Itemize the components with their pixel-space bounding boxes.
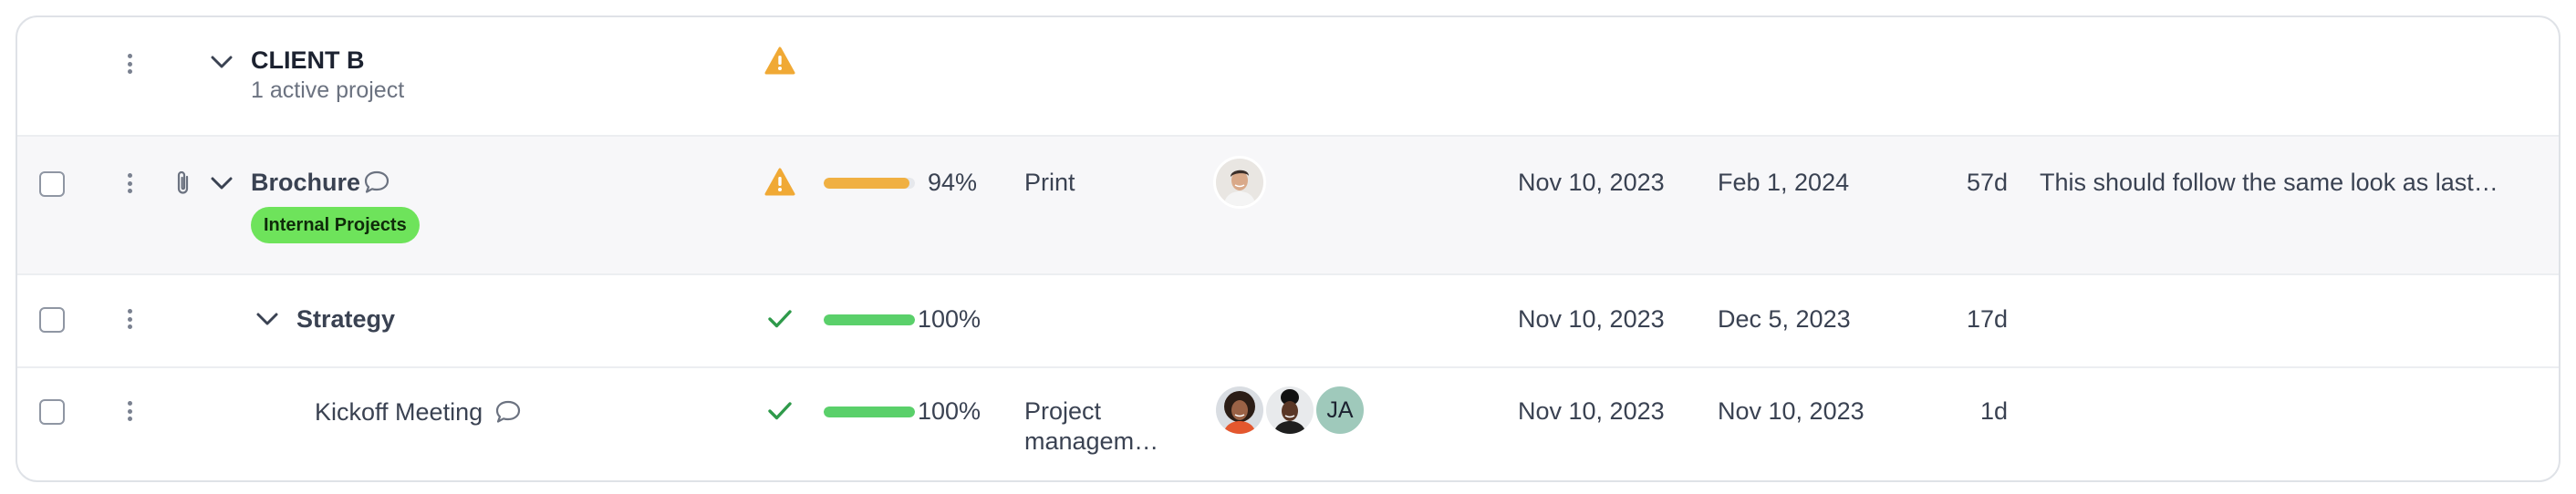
chevron-down-icon[interactable] xyxy=(210,54,234,70)
duration: 17d xyxy=(1966,305,2008,333)
assignee-avatar[interactable] xyxy=(1213,384,1266,437)
task-row-kickoff-meeting[interactable]: Kickoff Meeting 100% Project managem… JA… xyxy=(17,366,2559,480)
woman-avatar-1 xyxy=(1216,386,1263,434)
start-date: Nov 10, 2023 xyxy=(1518,305,1665,333)
category-line-2: managem… xyxy=(1024,427,1159,455)
man-avatar xyxy=(1216,159,1263,206)
project-table: CLIENT B 1 active project Brochure Inter… xyxy=(16,15,2560,482)
progress-bar xyxy=(824,178,915,189)
task-name[interactable]: Kickoff Meeting xyxy=(315,398,483,427)
warning-icon xyxy=(764,46,795,75)
warning-icon xyxy=(764,168,795,196)
progress-label: 94% xyxy=(928,169,978,196)
chevron-down-icon[interactable] xyxy=(210,175,234,191)
start-date: Nov 10, 2023 xyxy=(1518,169,1665,196)
assignee-avatar[interactable] xyxy=(1213,156,1266,209)
comment-icon[interactable] xyxy=(363,170,390,195)
end-date: Nov 10, 2023 xyxy=(1718,397,1864,425)
end-date: Feb 1, 2024 xyxy=(1718,169,1850,196)
row-checkbox[interactable] xyxy=(39,171,65,197)
group-header-row: CLIENT B 1 active project xyxy=(17,17,2559,135)
woman-avatar-2 xyxy=(1266,386,1314,434)
row-checkbox[interactable] xyxy=(39,307,65,333)
row-menu-button[interactable] xyxy=(124,170,135,196)
row-menu-button[interactable] xyxy=(124,398,135,424)
chevron-down-icon[interactable] xyxy=(255,311,279,327)
tag-badge[interactable]: Internal Projects xyxy=(251,207,420,243)
end-date: Dec 5, 2023 xyxy=(1718,305,1851,333)
start-date: Nov 10, 2023 xyxy=(1518,397,1665,425)
category: Print xyxy=(1024,169,1075,196)
group-subtitle: 1 active project xyxy=(251,77,405,103)
row-menu-button[interactable] xyxy=(124,306,135,332)
paperclip-icon[interactable] xyxy=(174,170,192,197)
assignee-avatar-initials[interactable]: JA xyxy=(1314,384,1366,437)
row-checkbox[interactable] xyxy=(39,399,65,425)
task-name[interactable]: Strategy xyxy=(296,305,395,334)
progress-label: 100% xyxy=(918,397,982,425)
category-line-1: Project xyxy=(1024,397,1102,425)
progress-bar xyxy=(824,314,915,325)
row-menu-button[interactable] xyxy=(124,51,135,77)
duration: 57d xyxy=(1966,169,2008,196)
comment-icon[interactable] xyxy=(494,399,522,425)
task-name[interactable]: Brochure xyxy=(251,169,360,197)
progress-bar xyxy=(824,407,915,417)
progress-label: 100% xyxy=(918,305,982,333)
notes[interactable]: This should follow the same look as last… xyxy=(2040,169,2498,197)
group-title: CLIENT B xyxy=(251,46,365,74)
assignee-avatar[interactable] xyxy=(1263,384,1316,437)
task-row-strategy[interactable]: Strategy 100% Nov 10, 2023 Dec 5, 2023 1… xyxy=(17,273,2559,366)
check-icon xyxy=(768,310,792,328)
check-icon xyxy=(768,402,792,420)
duration: 1d xyxy=(1979,397,2008,425)
task-row-brochure[interactable]: Brochure Internal Projects 94% Print Nov… xyxy=(17,135,2559,273)
